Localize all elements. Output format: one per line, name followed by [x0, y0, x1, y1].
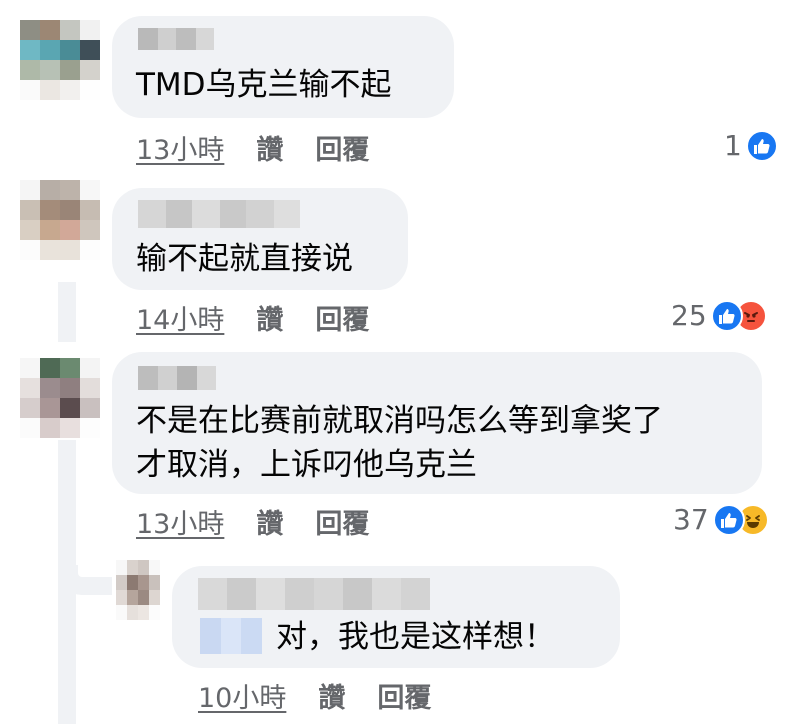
comment-text-line-2: 才取消，上诉叼他乌克兰: [136, 447, 477, 483]
reply-button[interactable]: 回覆: [377, 676, 431, 715]
comment-text: 输不起就直接说: [136, 241, 353, 277]
comment-bubble: 输不起就直接说: [112, 188, 408, 290]
like-icon: [712, 503, 745, 536]
timestamp-link[interactable]: 13小時: [136, 128, 224, 167]
comment-bubble: 不是在比赛前就取消吗怎么等到拿奖了 才取消，上诉叼他乌克兰: [112, 352, 762, 494]
comment-actions: 13小時 讚 回覆: [136, 128, 369, 167]
blurred-author-name[interactable]: [138, 200, 300, 228]
like-icon: [745, 129, 778, 162]
reply-avatar[interactable]: [116, 560, 160, 620]
like-icon: [710, 299, 743, 332]
reaction-count: 37: [673, 503, 709, 536]
reply-branch-line: [60, 565, 112, 595]
comment-text: TMD乌克兰输不起: [136, 67, 392, 103]
blurred-mention-tag[interactable]: [200, 618, 262, 654]
thread-line: [58, 282, 76, 342]
blurred-author-name[interactable]: [138, 28, 214, 50]
reaction-summary[interactable]: 1: [724, 129, 778, 162]
blurred-author-name[interactable]: [138, 366, 216, 390]
reply-button[interactable]: 回覆: [315, 298, 369, 337]
comment-actions: 13小時 讚 回覆: [136, 502, 369, 541]
reaction-summary[interactable]: 37: [673, 503, 769, 536]
reaction-count: 1: [724, 129, 742, 162]
like-button[interactable]: 讚: [318, 676, 345, 715]
like-button[interactable]: 讚: [256, 128, 283, 167]
reply-actions: 10小時 讚 回覆: [198, 676, 431, 715]
avatar[interactable]: [20, 20, 100, 100]
reaction-count: 25: [671, 299, 707, 332]
comment-bubble: TMD乌克兰输不起: [112, 16, 454, 118]
comment-actions: 14小時 讚 回覆: [136, 298, 369, 337]
reply-button[interactable]: 回覆: [315, 502, 369, 541]
timestamp-link[interactable]: 13小時: [136, 502, 224, 541]
reply-text: 对，我也是这样想！: [276, 619, 555, 655]
reaction-summary[interactable]: 25: [671, 299, 767, 332]
timestamp-link[interactable]: 14小時: [136, 298, 224, 337]
comment-text-line-1: 不是在比赛前就取消吗怎么等到拿奖了: [136, 403, 663, 439]
like-button[interactable]: 讚: [256, 298, 283, 337]
avatar[interactable]: [20, 180, 100, 260]
blurred-author-name[interactable]: [198, 578, 430, 610]
like-button[interactable]: 讚: [256, 502, 283, 541]
avatar[interactable]: [20, 358, 100, 438]
reply-button[interactable]: 回覆: [315, 128, 369, 167]
timestamp-link[interactable]: 10小時: [198, 676, 286, 715]
reply-bubble: 对，我也是这样想！: [172, 566, 620, 668]
